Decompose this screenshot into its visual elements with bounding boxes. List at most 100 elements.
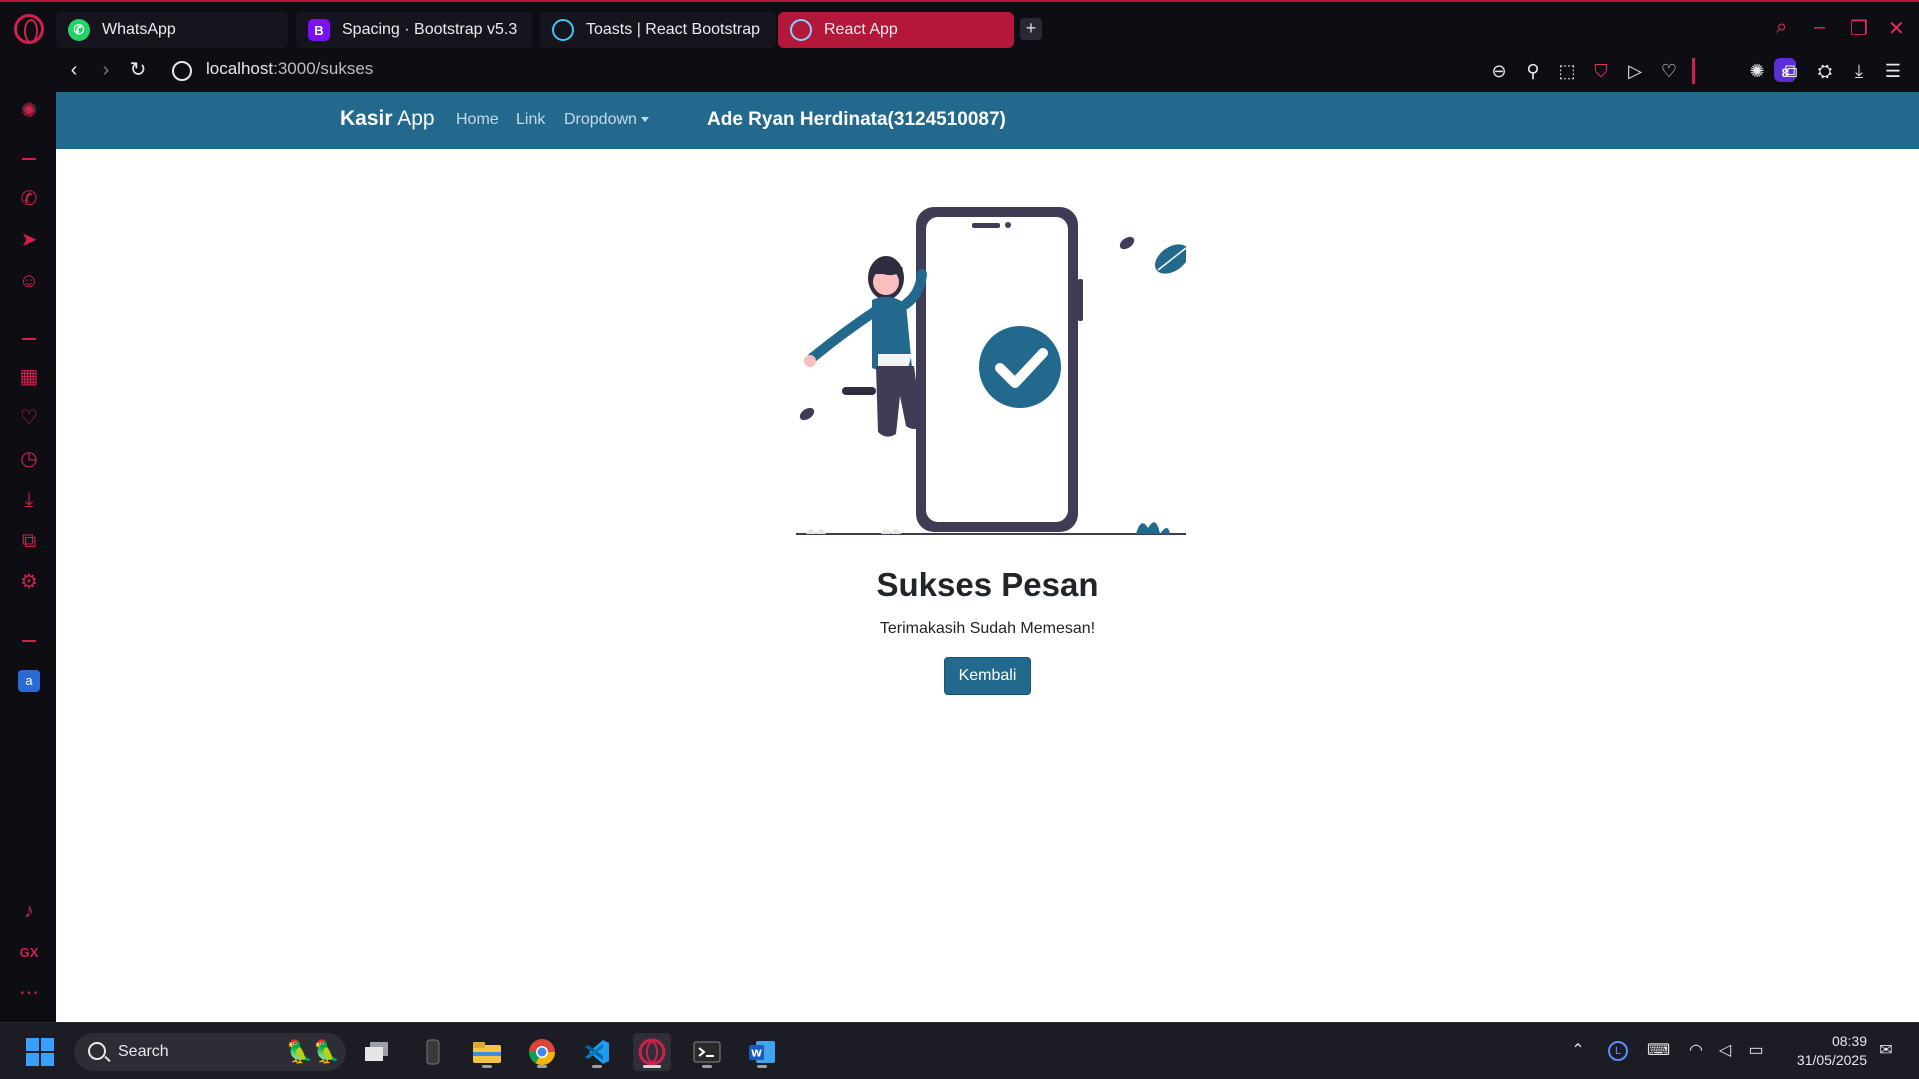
tab-react-bootstrap-toasts[interactable]: Toasts | React Bootstrap	[540, 12, 776, 48]
reload-icon[interactable]: ↻	[126, 58, 150, 82]
opera-gx-icon[interactable]	[633, 1033, 671, 1071]
chrome-icon[interactable]	[523, 1033, 561, 1071]
telegram-icon[interactable]: ➤	[18, 229, 40, 251]
app-running-indicator	[482, 1065, 492, 1068]
back-button[interactable]: Kembali	[944, 657, 1031, 695]
sidebar-divider	[22, 640, 36, 642]
search-placeholder: Search	[118, 1043, 169, 1060]
nav-link-link[interactable]: Link	[516, 111, 545, 129]
tab-title: WhatsApp	[102, 21, 176, 38]
system-clock[interactable]: 08:39 31/05/2025	[1797, 1032, 1867, 1070]
react-bootstrap-icon	[552, 19, 574, 41]
clock-time: 08:39	[1831, 1033, 1867, 1049]
pin-icon[interactable]: ⚲	[1522, 60, 1544, 82]
site-info-icon[interactable]	[172, 61, 192, 81]
chevron-down-icon	[640, 117, 649, 123]
snapshot-icon[interactable]: ⬚	[1556, 60, 1578, 82]
gx-icon[interactable]: GX	[18, 942, 40, 964]
nav-home-link[interactable]: Home	[456, 111, 499, 129]
battery-icon[interactable]: ▭	[1746, 1041, 1766, 1061]
url-path: :3000/sukses	[273, 59, 374, 78]
minimize-icon[interactable]: –	[1814, 16, 1825, 39]
terminal-icon[interactable]	[688, 1033, 726, 1071]
app-running-indicator	[702, 1065, 712, 1068]
notifications-icon[interactable]: ✉	[1876, 1041, 1896, 1061]
ai-icon[interactable]: ✺	[1746, 60, 1768, 82]
screen: ✆ WhatsApp B Spacing · Bootstrap v5.3 To…	[0, 0, 1919, 1079]
search-icon	[88, 1042, 106, 1060]
history-icon[interactable]: ◷	[18, 448, 40, 470]
downloads-icon[interactable]: ⤓	[1848, 60, 1870, 82]
app-navbar: Kasir App Home Link Dropdown Ade Ryan He…	[56, 92, 1919, 149]
vscode-icon[interactable]	[578, 1033, 616, 1071]
forward-icon[interactable]: ›	[94, 58, 118, 82]
app-running-indicator	[592, 1065, 602, 1068]
keyboard-icon[interactable]: ⌨	[1647, 1041, 1670, 1061]
app-brand[interactable]: Kasir App	[340, 107, 435, 131]
address-bar: ‹ › ↻ localhost:3000/sukses ⊖ ⚲ ⬚ ⛉ ▷ ♡ …	[56, 50, 1919, 92]
extensions-sidebar-icon[interactable]: ⧉	[18, 530, 40, 552]
react-icon	[790, 19, 812, 41]
zoom-out-icon[interactable]: ⊖	[1488, 60, 1510, 82]
language-icon[interactable]: L	[1608, 1041, 1628, 1061]
nav-user-name: Ade Ryan Herdinata(3124510087)	[707, 109, 1006, 130]
app-phone-icon[interactable]	[414, 1033, 452, 1071]
music-player-icon[interactable]: ♪	[18, 900, 40, 922]
bookmarks-heart-icon[interactable]: ♡	[18, 407, 40, 429]
browser-tab-strip: ✆ WhatsApp B Spacing · Bootstrap v5.3 To…	[0, 0, 1919, 50]
extensions-icon[interactable]: ⧉	[1780, 60, 1802, 82]
clock-date: 31/05/2025	[1796, 1052, 1867, 1068]
translate-icon[interactable]: a	[18, 670, 40, 692]
parrots-icon: 🦜🦜	[286, 1039, 341, 1064]
heart-icon[interactable]: ♡	[1658, 60, 1680, 82]
tab-search-icon[interactable]: ⌕	[1776, 16, 1787, 39]
order-success-illustration	[796, 207, 1186, 535]
windows-start-icon[interactable]	[26, 1038, 54, 1066]
tab-whatsapp[interactable]: ✆ WhatsApp	[56, 12, 288, 48]
settings-icon[interactable]: ⚙	[18, 571, 40, 593]
wifi-icon[interactable]: ◠	[1686, 1041, 1706, 1061]
whatsapp-icon: ✆	[68, 19, 90, 41]
windows-taskbar: Search 🦜🦜 W ⌃ L ⌨ ◠ ◁ ▭ 08:39 31/05/2025…	[0, 1022, 1919, 1079]
pocket-icon[interactable]: ⛉	[1590, 60, 1612, 82]
downloads-sidebar-icon[interactable]: ⤓	[18, 489, 40, 511]
opera-menu-icon[interactable]	[14, 14, 44, 44]
close-window-icon[interactable]: ✕	[1888, 16, 1905, 41]
aria-ai-icon[interactable]: ✺	[18, 100, 40, 122]
toolbar-divider	[1692, 58, 1695, 84]
brand-rest: App	[392, 107, 435, 130]
word-icon[interactable]: W	[743, 1033, 781, 1071]
easy-setup-icon[interactable]: ☰	[1882, 60, 1904, 82]
tab-bootstrap-spacing[interactable]: B Spacing · Bootstrap v5.3	[296, 12, 532, 48]
file-explorer-icon[interactable]	[468, 1033, 506, 1071]
discord-icon[interactable]: ☺	[18, 270, 40, 292]
brand-bold: Kasir	[340, 107, 393, 130]
bootstrap-icon: B	[308, 19, 330, 41]
new-tab-button[interactable]: +	[1020, 18, 1042, 40]
restore-icon[interactable]: ❐	[1850, 16, 1868, 41]
task-view-icon[interactable]	[358, 1033, 396, 1071]
more-icon[interactable]: ⋯	[18, 982, 40, 1004]
nav-dropdown[interactable]: Dropdown	[564, 111, 649, 129]
profile-icon[interactable]: ⛭	[1814, 60, 1836, 82]
speed-dial-icon[interactable]: ▦	[18, 366, 40, 388]
nav-dropdown-label: Dropdown	[564, 111, 637, 128]
volume-icon[interactable]: ◁	[1715, 1041, 1735, 1061]
whatsapp-sidebar-icon[interactable]: ✆	[18, 188, 40, 210]
opera-sidebar: ✺ ✆ ➤ ☺ ▦ ♡ ◷ ⤓ ⧉ ⚙ a ♪ GX ⋯	[0, 92, 56, 1022]
taskbar-search[interactable]: Search 🦜🦜	[74, 1033, 346, 1071]
sidebar-divider	[22, 338, 36, 340]
back-icon[interactable]: ‹	[62, 58, 86, 82]
tab-title: Toasts | React Bootstrap	[586, 21, 761, 38]
sidebar-divider	[22, 158, 36, 160]
url-field[interactable]: localhost:3000/sukses	[206, 59, 373, 79]
app-running-indicator	[537, 1065, 547, 1068]
tab-title: React App	[824, 21, 898, 38]
chevron-up-icon[interactable]: ⌃	[1568, 1041, 1588, 1061]
success-subtitle: Terimakasih Sudah Memesan!	[879, 620, 1096, 637]
send-icon[interactable]: ▷	[1624, 60, 1646, 82]
tab-react-app[interactable]: React App	[778, 12, 1014, 48]
page-viewport: Kasir App Home Link Dropdown Ade Ryan He…	[56, 92, 1919, 1022]
app-running-indicator	[757, 1065, 767, 1068]
success-title: Sukses Pesan	[876, 566, 1099, 603]
